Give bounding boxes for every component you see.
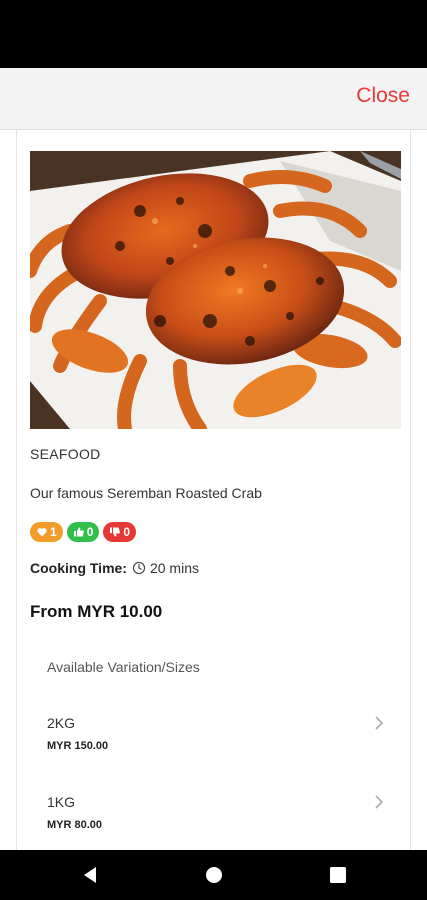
- reaction-badges: 1 0 0: [30, 522, 137, 542]
- product-description: Our famous Seremban Roasted Crab: [30, 485, 262, 501]
- like-count: 0: [86, 525, 94, 539]
- variation-item-2kg[interactable]: 2KG MYR 150.00: [17, 715, 410, 775]
- status-bar: [0, 0, 427, 68]
- recents-icon[interactable]: [328, 865, 348, 885]
- product-category: SEAFOOD: [30, 446, 101, 462]
- thumbs-up-icon: [73, 527, 84, 537]
- top-bar: Close: [0, 68, 427, 130]
- roasted-crab-image: [30, 151, 401, 429]
- heart-icon: [37, 528, 47, 537]
- variation-price: MYR 150.00: [47, 740, 109, 752]
- variation-name: 2KG: [47, 715, 76, 731]
- product-photo: [30, 151, 401, 429]
- home-icon[interactable]: [204, 865, 224, 885]
- variations-title: Available Variation/Sizes: [47, 659, 200, 675]
- system-navigation-bar: [0, 850, 427, 900]
- variation-name: 1KG: [47, 794, 76, 810]
- love-count: 1: [50, 525, 57, 539]
- dislike-badge[interactable]: 0: [103, 522, 137, 542]
- price-from: From MYR 10.00: [30, 602, 163, 621]
- dislike-count: 0: [123, 525, 131, 539]
- back-icon[interactable]: [80, 865, 100, 885]
- cooking-time-value: 20 mins: [149, 560, 199, 576]
- clock-icon: [132, 561, 146, 575]
- cooking-time-label: Cooking Time:: [30, 560, 127, 576]
- product-detail-card: SEAFOOD Our famous Seremban Roasted Crab…: [16, 130, 411, 850]
- like-badge[interactable]: 0: [66, 522, 100, 542]
- chevron-right-icon: [375, 795, 384, 809]
- thumbs-down-icon: [110, 527, 121, 537]
- variation-item-1kg[interactable]: 1KG MYR 80.00: [17, 794, 410, 850]
- variation-price: MYR 80.00: [47, 819, 103, 831]
- love-badge[interactable]: 1: [30, 522, 63, 542]
- close-button[interactable]: Close: [356, 84, 410, 108]
- cooking-time: Cooking Time: 20 mins: [30, 560, 199, 576]
- chevron-right-icon: [375, 716, 384, 730]
